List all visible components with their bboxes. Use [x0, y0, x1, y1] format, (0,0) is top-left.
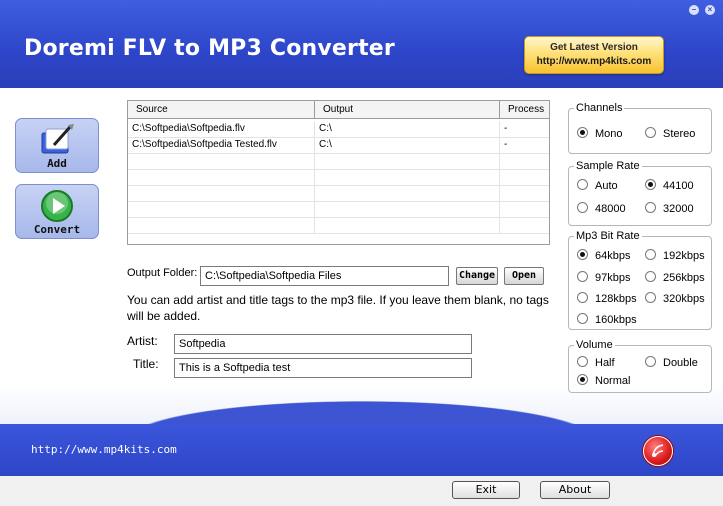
- brand-logo-icon: [643, 436, 673, 466]
- radio-128kbps[interactable]: 128kbps: [577, 292, 637, 305]
- output-folder-label: Output Folder:: [127, 267, 198, 279]
- radio-half[interactable]: Half: [577, 356, 615, 369]
- volume-group: Volume Half Double Normal: [568, 339, 712, 393]
- empty-row: [128, 185, 549, 202]
- file-list-table[interactable]: Source Output Process C:\Softpedia\Softp…: [127, 100, 550, 245]
- play-convert-icon: [40, 189, 74, 226]
- sample-rate-group: Sample Rate Auto 44100 48000 32000: [568, 160, 712, 226]
- app-window: – × Doremi FLV to MP3 Converter Get Late…: [0, 0, 723, 506]
- app-title: Doremi FLV to MP3 Converter: [24, 36, 395, 61]
- radio-160kbps[interactable]: 160kbps: [577, 313, 637, 326]
- bottom-button-bar: [0, 476, 723, 506]
- footer-url[interactable]: http://www.mp4kits.com: [31, 443, 177, 456]
- bit-rate-group: Mp3 Bit Rate 64kbps 192kbps 97kbps 256kb…: [568, 230, 712, 330]
- title-field[interactable]: This is a Softpedia test: [174, 358, 472, 378]
- channels-group: Channels Mono Stereo: [568, 102, 712, 154]
- volume-title: Volume: [574, 339, 615, 351]
- convert-label: Convert: [33, 223, 81, 236]
- radio-stereo[interactable]: Stereo: [645, 127, 695, 140]
- radio-normal[interactable]: Normal: [577, 374, 630, 387]
- row-output: C:\: [315, 121, 500, 137]
- open-button[interactable]: Open: [504, 267, 544, 285]
- empty-row: [128, 217, 549, 234]
- close-icon[interactable]: ×: [705, 5, 715, 15]
- artist-label: Artist:: [127, 334, 158, 348]
- radio-double[interactable]: Double: [645, 356, 698, 369]
- row-source: C:\Softpedia\Softpedia Tested.flv: [128, 137, 315, 153]
- empty-row: [128, 153, 549, 170]
- add-label: Add: [47, 157, 67, 170]
- empty-row: [128, 169, 549, 186]
- row-output: C:\: [315, 137, 500, 153]
- radio-mono[interactable]: Mono: [577, 127, 623, 140]
- radio-32000[interactable]: 32000: [645, 202, 694, 215]
- table-header: Source Output Process: [128, 101, 549, 119]
- convert-button[interactable]: Convert: [15, 184, 99, 239]
- channels-title: Channels: [574, 102, 625, 114]
- sample-rate-title: Sample Rate: [574, 160, 642, 172]
- window-controls: – ×: [689, 5, 715, 15]
- radio-44100[interactable]: 44100: [645, 179, 694, 192]
- column-header-output[interactable]: Output: [315, 101, 500, 118]
- radio-256kbps[interactable]: 256kbps: [645, 271, 705, 284]
- row-process: -: [504, 139, 508, 150]
- empty-row: [128, 201, 549, 218]
- latest-version-label: Get Latest Version: [550, 42, 638, 53]
- change-button[interactable]: Change: [456, 267, 498, 285]
- artist-field[interactable]: Softpedia: [174, 334, 472, 354]
- title-bar: – × Doremi FLV to MP3 Converter Get Late…: [0, 0, 723, 88]
- minimize-icon[interactable]: –: [689, 5, 699, 15]
- column-header-source[interactable]: Source: [128, 101, 315, 118]
- row-source: C:\Softpedia\Softpedia.flv: [128, 121, 315, 137]
- radio-mono-indicator: [577, 127, 588, 138]
- add-button[interactable]: Add: [15, 118, 99, 173]
- tags-info-text: You can add artist and title tags to the…: [127, 293, 549, 323]
- radio-stereo-indicator: [645, 127, 656, 138]
- table-row[interactable]: C:\Softpedia\Softpedia Tested.flv C:\ -: [128, 137, 549, 154]
- table-row[interactable]: C:\Softpedia\Softpedia.flv C:\ -: [128, 121, 549, 138]
- get-latest-version-button[interactable]: Get Latest Version http://www.mp4kits.co…: [524, 36, 664, 74]
- add-folder-icon: [40, 123, 76, 160]
- radio-auto[interactable]: Auto: [577, 179, 618, 192]
- column-header-process[interactable]: Process: [500, 101, 549, 118]
- radio-320kbps[interactable]: 320kbps: [645, 292, 705, 305]
- radio-97kbps[interactable]: 97kbps: [577, 271, 630, 284]
- title-label: Title:: [133, 357, 159, 371]
- radio-48000[interactable]: 48000: [577, 202, 626, 215]
- about-button[interactable]: About: [540, 481, 610, 499]
- radio-192kbps[interactable]: 192kbps: [645, 249, 705, 262]
- latest-version-url: http://www.mp4kits.com: [536, 56, 652, 67]
- bit-rate-title: Mp3 Bit Rate: [574, 230, 642, 242]
- row-process: -: [504, 123, 508, 134]
- exit-button[interactable]: Exit: [452, 481, 520, 499]
- output-folder-field[interactable]: C:\Softpedia\Softpedia Files: [200, 266, 449, 286]
- footer-bar: http://www.mp4kits.com: [0, 424, 723, 476]
- radio-64kbps[interactable]: 64kbps: [577, 249, 630, 262]
